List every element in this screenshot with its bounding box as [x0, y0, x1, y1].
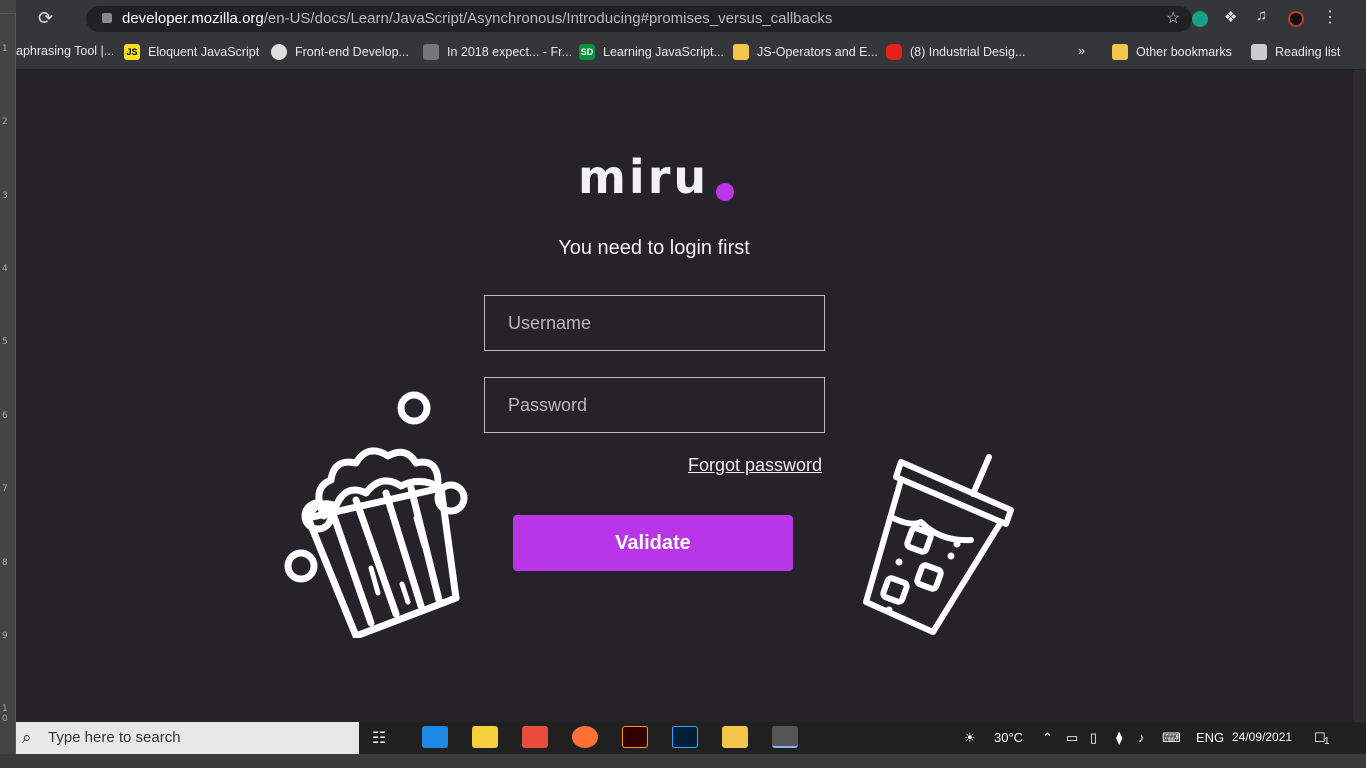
- weather-temp[interactable]: 30°C: [994, 730, 1023, 745]
- weather-icon[interactable]: ☀: [964, 730, 976, 746]
- bookmark-item[interactable]: In 2018 expect... - Fr...: [423, 44, 572, 60]
- search-placeholder: Type here to search: [48, 729, 181, 746]
- profile-avatar[interactable]: [1288, 11, 1304, 27]
- puzzle-icon[interactable]: ❖: [1224, 8, 1240, 26]
- bookmark-label: (8) Industrial Desig...: [910, 45, 1026, 59]
- bookmarks-bar: aphrasing Tool |... JS Eloquent JavaScrip…: [16, 36, 1366, 70]
- reading-list-icon: [1251, 44, 1267, 60]
- bottom-strip: [0, 754, 1366, 768]
- globe-icon: [271, 44, 287, 60]
- password-field[interactable]: [484, 377, 825, 433]
- folder-icon: [733, 44, 749, 60]
- app-icon[interactable]: [522, 726, 548, 748]
- forgot-password-link[interactable]: Forgot password: [688, 455, 822, 476]
- illustrator-icon[interactable]: [622, 726, 648, 748]
- bookmark-item[interactable]: aphrasing Tool |...: [16, 44, 114, 58]
- more-icon: »: [1078, 44, 1085, 58]
- page-scrollbar[interactable]: [1353, 70, 1366, 722]
- bookmarks-overflow[interactable]: »: [1078, 44, 1085, 58]
- logo-dot: [716, 183, 734, 201]
- logo-text: miru: [578, 150, 710, 204]
- bookmark-label: Eloquent JavaScript: [148, 45, 260, 59]
- youtube-icon: [886, 44, 902, 60]
- popcorn-icon: [284, 391, 468, 638]
- browser-toolbar: ⟳ developer.mozilla.org/en-US/docs/Learn…: [16, 0, 1366, 36]
- bookmark-item[interactable]: JS-Operators and E...: [733, 44, 878, 60]
- username-field[interactable]: [484, 295, 825, 351]
- url-path: /en-US/docs/Learn/JavaScript/Asynchronou…: [263, 10, 833, 27]
- bookmark-label: aphrasing Tool |...: [16, 44, 115, 58]
- star-icon[interactable]: ☆: [1166, 8, 1180, 28]
- taskbar-search[interactable]: ⌕ Type here to search: [16, 722, 359, 754]
- url-host: developer.mozilla.org: [122, 10, 264, 27]
- volume-icon[interactable]: ♪: [1138, 730, 1145, 745]
- bookmark-label: Learning JavaScript...: [603, 45, 724, 59]
- folder-icon: [1112, 44, 1128, 60]
- task-view-icon[interactable]: ☷: [372, 728, 398, 750]
- wifi-icon[interactable]: ⧫: [1116, 730, 1122, 746]
- bookmark-label: JS-Operators and E...: [757, 45, 878, 59]
- address-bar[interactable]: developer.mozilla.org/en-US/docs/Learn/J…: [86, 6, 1192, 32]
- bookmark-label: Reading list: [1275, 45, 1341, 59]
- bookmark-label: Front-end Develop...: [295, 45, 409, 59]
- bookmark-item[interactable]: Other bookmarks: [1112, 44, 1232, 60]
- battery-icon[interactable]: ▭: [1066, 730, 1078, 746]
- login-page: miru You need to login first Forgot pass…: [16, 70, 1353, 722]
- media-icon[interactable]: ♫: [1256, 7, 1272, 24]
- bookmark-label: Other bookmarks: [1136, 45, 1232, 59]
- chevron-up-icon[interactable]: ⌃: [1042, 730, 1053, 746]
- chrome-icon[interactable]: [772, 726, 798, 748]
- bookmark-item[interactable]: JS Eloquent JavaScript: [124, 44, 259, 60]
- reload-icon[interactable]: ⟳: [38, 8, 53, 29]
- bookmark-item[interactable]: (8) Industrial Desig...: [886, 44, 1025, 60]
- firefox-icon[interactable]: [572, 726, 598, 748]
- windows-taskbar: ⌕ Type here to search ☷ ☀ 30°C ⌃ ▭ ▯ ⧫ ♪…: [16, 722, 1366, 754]
- js-icon: JS: [124, 44, 140, 60]
- language-indicator[interactable]: ENG: [1196, 730, 1224, 745]
- grammarly-icon[interactable]: [1192, 11, 1208, 27]
- keyboard-icon[interactable]: ⌨: [1162, 730, 1181, 746]
- book-icon: [423, 44, 439, 60]
- drink-cup-icon: [863, 454, 1014, 635]
- sticky-notes-icon[interactable]: [472, 726, 498, 748]
- bookmark-item[interactable]: SD Learning JavaScript...: [579, 44, 724, 60]
- search-icon: ⌕: [22, 728, 32, 747]
- login-subtitle: You need to login first: [558, 237, 750, 259]
- ruler-left: 12345678910: [0, 14, 16, 754]
- menu-kebab-icon[interactable]: ⋮: [1322, 7, 1338, 26]
- file-explorer-icon[interactable]: [722, 726, 748, 748]
- bookmark-item[interactable]: Reading list: [1251, 44, 1340, 60]
- clock-date[interactable]: 24/09/2021: [1232, 730, 1292, 744]
- bookmark-label: In 2018 expect... - Fr...: [447, 45, 573, 59]
- power-icon[interactable]: ▯: [1090, 730, 1097, 746]
- vscode-icon[interactable]: [422, 726, 448, 748]
- bookmark-item[interactable]: Front-end Develop...: [271, 44, 409, 60]
- sd-icon: SD: [579, 44, 595, 60]
- lock-icon: [102, 13, 112, 23]
- validate-button[interactable]: Validate: [513, 515, 793, 571]
- notification-count: 1: [1324, 736, 1330, 747]
- photoshop-icon[interactable]: [672, 726, 698, 748]
